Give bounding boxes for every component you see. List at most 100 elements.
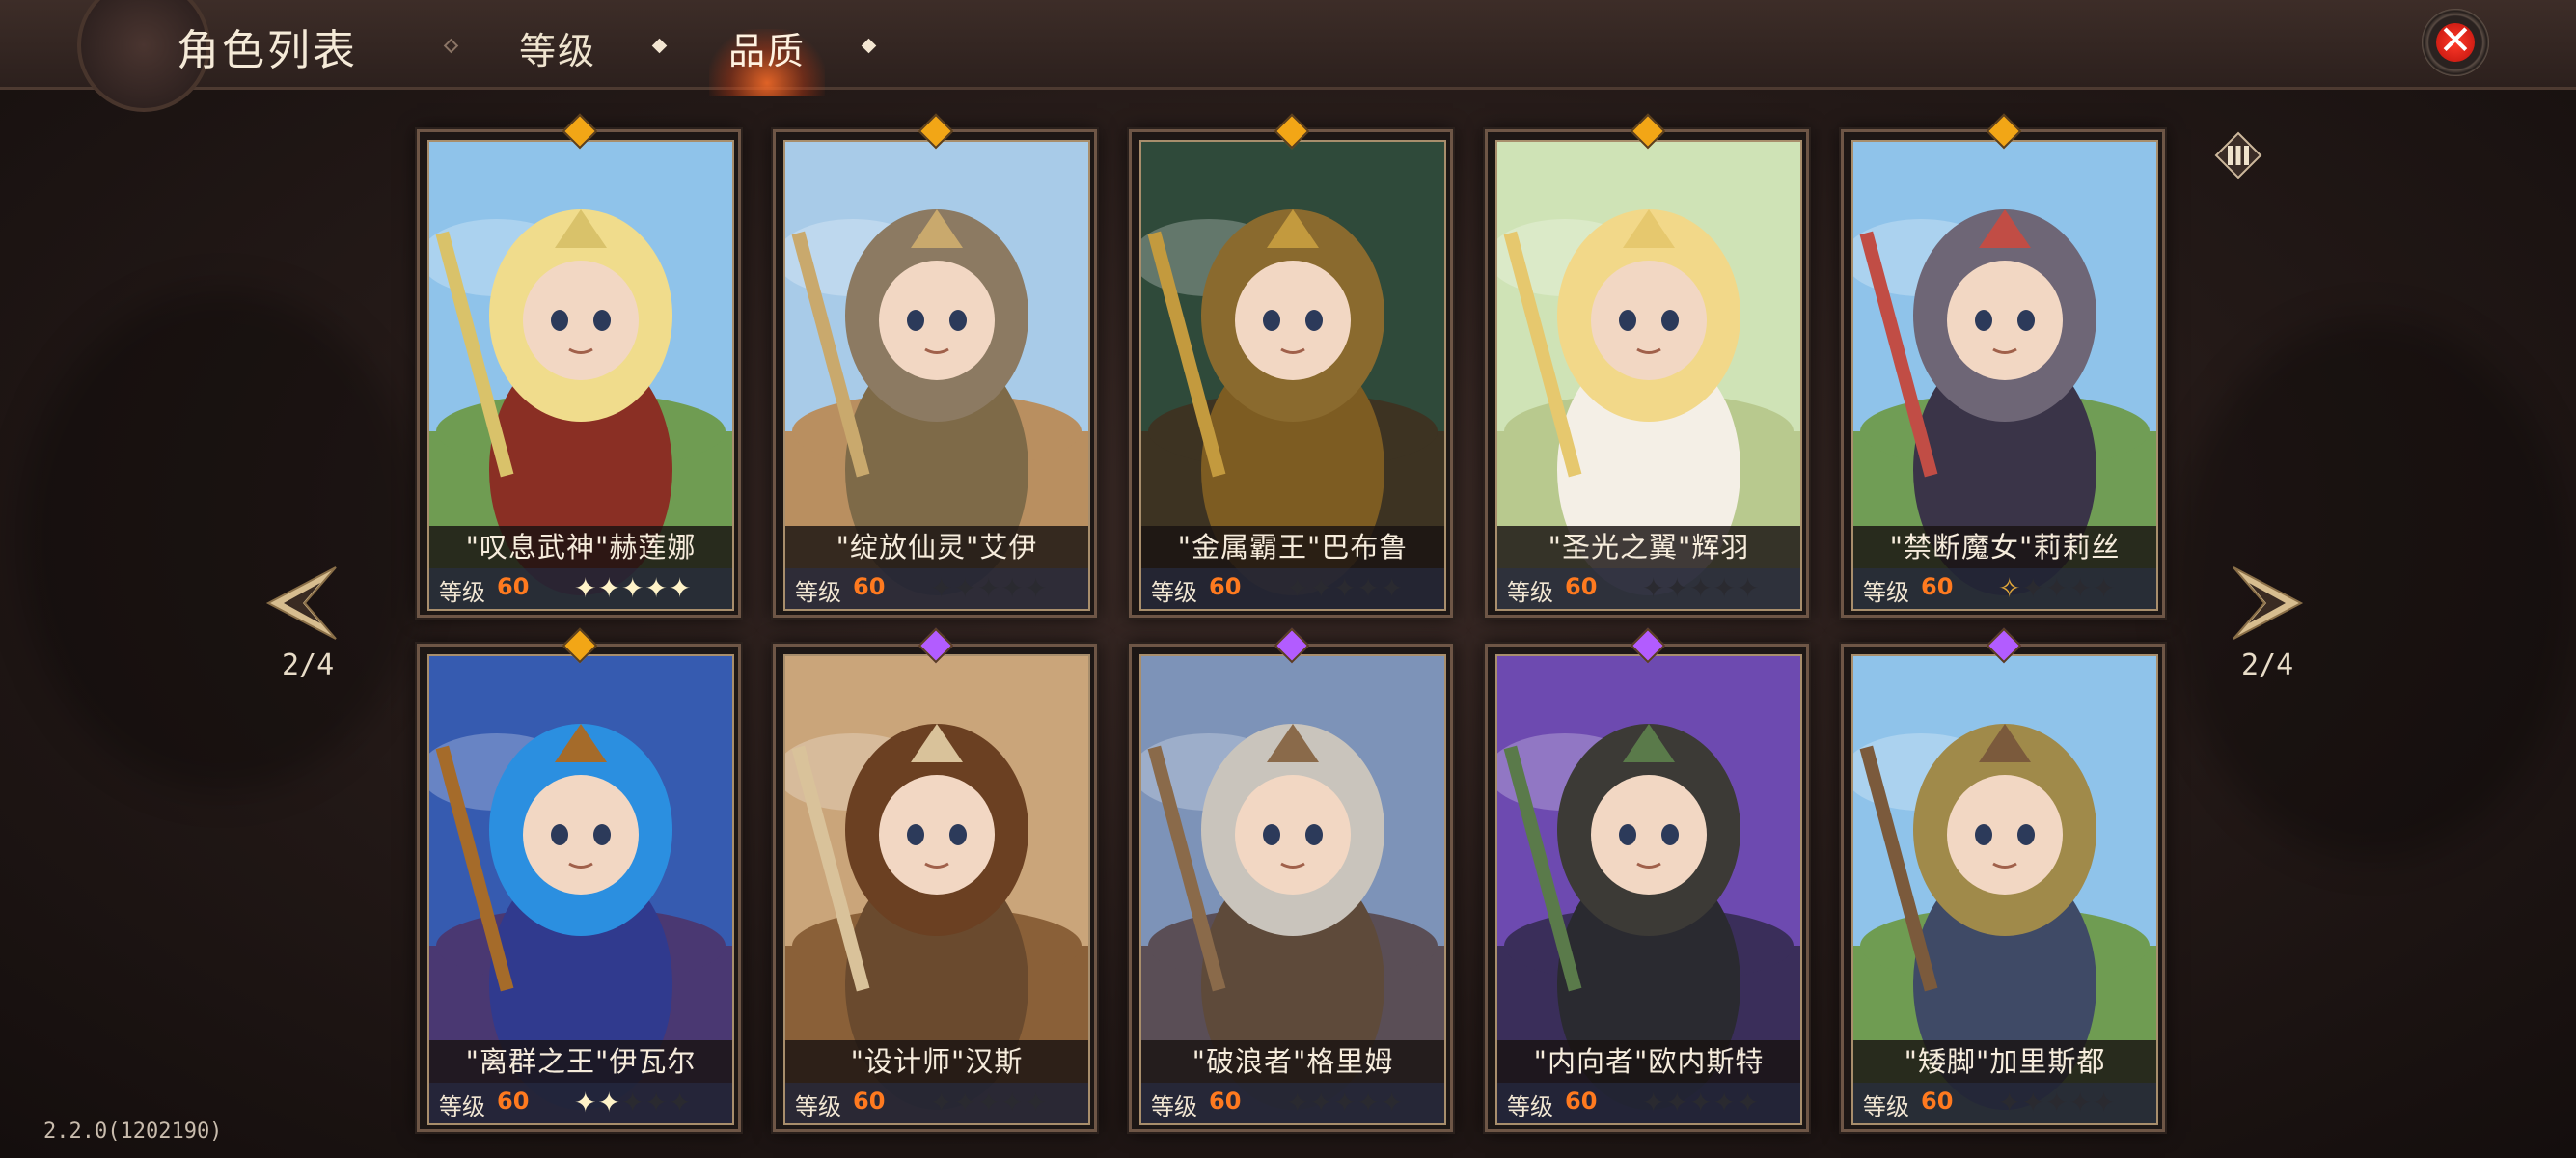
star-icon: ✦ (2021, 572, 2045, 604)
character-name: "禁断魔女"莉莉丝 (1853, 526, 2156, 568)
level-bar: 等级 60 ✧✦✦✦✦ (1853, 568, 2156, 609)
level-value: 60 (853, 1088, 886, 1115)
level-bar: 等级 60 ✦✦✦✦✦ (429, 568, 732, 609)
star-icon: ✦ (930, 572, 954, 604)
card-frame: "内向者"欧内斯特 等级 60 ✦✦✦✦✦ (1495, 654, 1802, 1125)
close-icon: ✕ (2438, 16, 2473, 64)
level-bar: 等级 60 ✦✦✦✦✦ (1497, 1083, 1800, 1123)
level-value: 60 (1209, 573, 1242, 600)
filter-icon[interactable] (2214, 131, 2262, 179)
star-icon: ✦ (1688, 1087, 1713, 1118)
star-icon: ✦ (574, 1087, 598, 1118)
character-card[interactable]: "金属霸王"巴布鲁 等级 60 ✦✦✦✦✦ (1129, 113, 1453, 618)
level-value: 60 (1565, 1088, 1598, 1115)
level-label: 等级 (1863, 1093, 1909, 1120)
top-bar: 角色列表 等级 品质 ✕ (0, 0, 2576, 112)
level-label: 等级 (439, 1093, 485, 1120)
star-icon: ✦ (668, 1087, 693, 1118)
level-bar: 等级 60 ✦✦✦✦✦ (1853, 1083, 2156, 1123)
card-frame: "绽放仙灵"艾伊 等级 60 ✦✦✦✦✦ (783, 140, 1090, 611)
star-rating: ✦✦✦✦✦ (574, 1087, 692, 1118)
level-value: 60 (1565, 573, 1598, 600)
card-frame: "禁断魔女"莉莉丝 等级 60 ✧✦✦✦✦ (1851, 140, 2158, 611)
star-icon: ✦ (1309, 572, 1333, 604)
character-card[interactable]: "圣光之翼"辉羽 等级 60 ✦✦✦✦✦ (1485, 113, 1809, 618)
star-rating: ✦✦✦✦✦ (1286, 572, 1404, 604)
level-bar: 等级 60 ✦✦✦✦✦ (785, 1083, 1088, 1123)
star-icon: ✦ (1286, 572, 1310, 604)
close-button[interactable]: ✕ (2422, 9, 2489, 76)
page-indicator-left: 2/4 (282, 648, 335, 682)
card-frame: "离群之王"伊瓦尔 等级 60 ✦✦✦✦✦ (427, 654, 734, 1125)
star-icon: ✦ (1688, 572, 1713, 604)
star-icon: ✦ (1713, 572, 1737, 604)
character-name: "金属霸王"巴布鲁 (1141, 526, 1444, 568)
star-icon: ✦ (953, 1087, 977, 1118)
star-icon: ✦ (1665, 572, 1689, 604)
character-card[interactable]: "绽放仙灵"艾伊 等级 60 ✦✦✦✦✦ (773, 113, 1097, 618)
level-label: 等级 (1151, 1093, 1197, 1120)
tab-separator-icon (443, 38, 459, 54)
star-icon: ✧ (1998, 572, 2022, 604)
star-icon: ✦ (930, 1087, 954, 1118)
card-frame: "金属霸王"巴布鲁 等级 60 ✦✦✦✦✦ (1139, 140, 1446, 611)
level-value: 60 (497, 573, 530, 600)
level-label: 等级 (1507, 1093, 1553, 1120)
character-card[interactable]: "离群之王"伊瓦尔 等级 60 ✦✦✦✦✦ (417, 627, 741, 1132)
character-card[interactable]: "破浪者"格里姆 等级 60 ✦✦✦✦✦ (1129, 627, 1453, 1132)
tab-separator-icon (651, 38, 668, 54)
star-icon: ✦ (1024, 572, 1049, 604)
next-page-arrow-icon[interactable] (2224, 560, 2311, 647)
star-icon: ✦ (2092, 572, 2117, 604)
star-icon: ✦ (2069, 1087, 2093, 1118)
version-label: 2.2.0(1202190) (43, 1119, 223, 1144)
star-icon: ✦ (574, 572, 598, 604)
star-icon: ✦ (1000, 572, 1025, 604)
star-rating: ✦✦✦✦✦ (574, 572, 692, 604)
tab-separator-icon (861, 38, 877, 54)
level-bar: 等级 60 ✦✦✦✦✦ (785, 568, 1088, 609)
character-name: "破浪者"格里姆 (1141, 1040, 1444, 1083)
star-icon: ✦ (1357, 572, 1381, 604)
star-icon: ✦ (1998, 1087, 2022, 1118)
prev-page-arrow-icon[interactable] (259, 560, 345, 647)
page-indicator-right: 2/4 (2241, 648, 2294, 682)
star-icon: ✦ (1332, 1087, 1357, 1118)
level-bar: 等级 60 ✦✦✦✦✦ (1141, 1083, 1444, 1123)
star-icon: ✦ (1024, 1087, 1049, 1118)
star-icon: ✦ (2092, 1087, 2117, 1118)
card-frame: "叹息武神"赫莲娜 等级 60 ✦✦✦✦✦ (427, 140, 734, 611)
page-title: 角色列表 (177, 26, 358, 75)
level-bar: 等级 60 ✦✦✦✦✦ (1141, 568, 1444, 609)
star-icon: ✦ (1642, 572, 1666, 604)
star-icon: ✦ (953, 572, 977, 604)
level-value: 60 (497, 1088, 530, 1115)
character-name: "绽放仙灵"艾伊 (785, 526, 1088, 568)
tab-quality[interactable]: 品质 (709, 21, 825, 74)
character-name: "设计师"汉斯 (785, 1040, 1088, 1083)
level-value: 60 (1209, 1088, 1242, 1115)
level-value: 60 (1921, 573, 1954, 600)
character-card[interactable]: "叹息武神"赫莲娜 等级 60 ✦✦✦✦✦ (417, 113, 741, 618)
character-card[interactable]: "矮脚"加里斯都 等级 60 ✦✦✦✦✦ (1841, 627, 2165, 1132)
level-bar: 等级 60 ✦✦✦✦✦ (429, 1083, 732, 1123)
card-frame: "圣光之翼"辉羽 等级 60 ✦✦✦✦✦ (1495, 140, 1802, 611)
character-card[interactable]: "内向者"欧内斯特 等级 60 ✦✦✦✦✦ (1485, 627, 1809, 1132)
star-icon: ✦ (668, 572, 693, 604)
star-icon: ✦ (1736, 1087, 1761, 1118)
star-icon: ✦ (620, 1087, 645, 1118)
star-icon: ✦ (1736, 572, 1761, 604)
star-rating: ✦✦✦✦✦ (930, 1087, 1048, 1118)
star-rating: ✦✦✦✦✦ (1642, 572, 1760, 604)
star-icon: ✦ (620, 572, 645, 604)
star-icon: ✦ (644, 1087, 669, 1118)
star-icon: ✦ (1380, 1087, 1405, 1118)
character-name: "内向者"欧内斯特 (1497, 1040, 1800, 1083)
level-label: 等级 (795, 1093, 841, 1120)
star-icon: ✦ (1713, 1087, 1737, 1118)
star-rating: ✧✦✦✦✦ (1998, 572, 2116, 604)
character-card[interactable]: "禁断魔女"莉莉丝 等级 60 ✧✦✦✦✦ (1841, 113, 2165, 618)
tab-level[interactable]: 等级 (519, 21, 596, 74)
character-card[interactable]: "设计师"汉斯 等级 60 ✦✦✦✦✦ (773, 627, 1097, 1132)
level-label: 等级 (1507, 579, 1553, 606)
